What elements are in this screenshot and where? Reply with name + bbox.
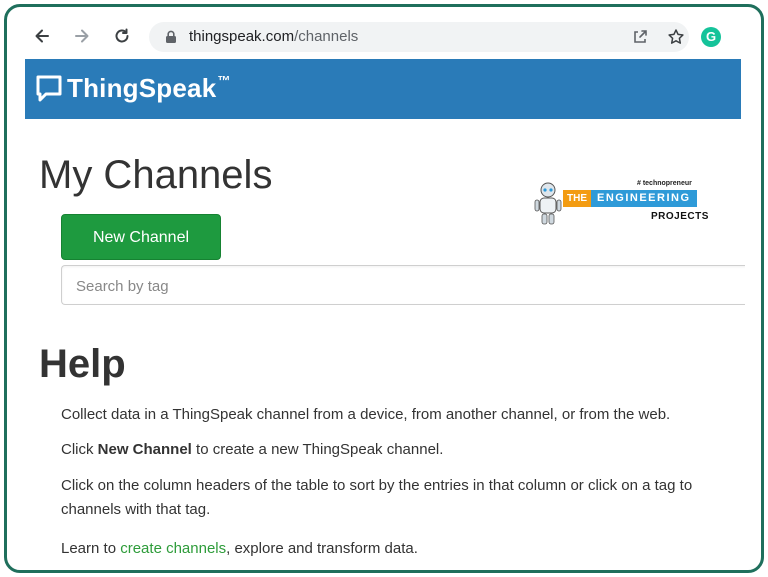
search-by-tag-input[interactable] (76, 275, 736, 297)
browser-window: thingspeak.com/channels G ThingSpeak™ My… (25, 15, 745, 570)
new-channel-button[interactable]: New Channel (61, 214, 221, 260)
address-bar[interactable]: thingspeak.com/channels (149, 22, 689, 52)
help-line-sort-cont: channels with that tag. (61, 501, 211, 518)
reload-icon (115, 28, 129, 43)
watermark-projects: PROJECTS (651, 211, 709, 222)
lock-icon (166, 30, 176, 43)
url-path: /channels (294, 28, 359, 45)
help-line-sort: Click on the column headers of the table… (61, 477, 693, 494)
help-line-new-channel: Click New Channel to create a new ThingS… (61, 438, 745, 462)
create-channels-link[interactable]: create channels (120, 540, 226, 557)
logo-text: ThingSpeak (67, 73, 217, 103)
help-line4-prefix: Learn to (61, 540, 121, 557)
watermark-banner: THE ENGINEERING (563, 190, 697, 207)
thingspeak-header: ThingSpeak™ (25, 59, 741, 119)
watermark-engineering: ENGINEERING (591, 190, 697, 207)
url-host: thingspeak.com (189, 28, 295, 45)
help-heading: Help (39, 342, 126, 386)
logo-trademark: ™ (217, 73, 231, 88)
search-box (61, 265, 745, 305)
help-line2-prefix: Click (61, 441, 98, 458)
page-title: My Channels (39, 153, 273, 197)
star-icon[interactable] (667, 28, 685, 46)
thingspeak-logo[interactable]: ThingSpeak™ (67, 73, 231, 104)
help-line2-bold: New Channel (97, 441, 192, 458)
screenshot-frame: thingspeak.com/channels G ThingSpeak™ My… (4, 4, 764, 573)
url-text: thingspeak.com/channels (189, 28, 358, 45)
watermark-tagline: # technopreneur (637, 180, 692, 187)
forward-button[interactable] (71, 25, 93, 47)
arrow-right-icon (75, 29, 89, 43)
grammarly-extension-icon[interactable]: G (701, 27, 721, 47)
help-line-learn: Learn to create channels, explore and tr… (61, 537, 745, 561)
robot-mascot-icon (534, 182, 562, 225)
back-button[interactable] (31, 25, 53, 47)
watermark-the: THE (563, 190, 591, 207)
help-line4-suffix: , explore and transform data. (226, 540, 418, 557)
share-icon[interactable] (631, 28, 649, 46)
reload-button[interactable] (111, 25, 133, 47)
chat-bubble-logo-icon[interactable] (35, 74, 63, 104)
engineering-projects-watermark: # technopreneur THE ENGINEERING PROJECTS (533, 178, 713, 230)
help-line2-suffix: to create a new ThingSpeak channel. (191, 441, 444, 458)
help-line-collect: Collect data in a ThingSpeak channel fro… (61, 406, 671, 423)
arrow-left-icon (35, 29, 49, 43)
browser-toolbar: thingspeak.com/channels G (25, 15, 745, 59)
